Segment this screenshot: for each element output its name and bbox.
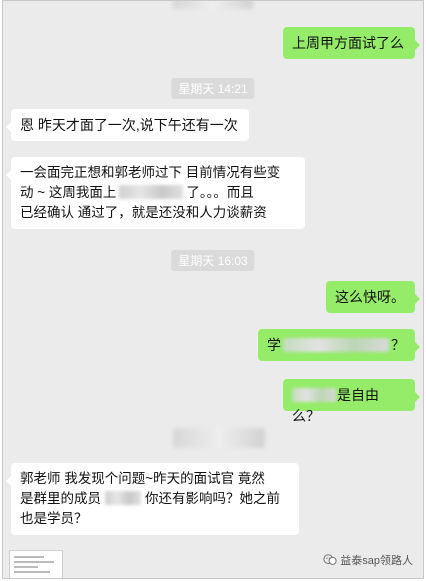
sent-message[interactable]: 上周甲方面试了么 [283, 27, 420, 59]
redacted-text [119, 185, 184, 199]
top-timestamp-blurred [173, 1, 253, 9]
timestamp-redacted [173, 428, 265, 448]
message-line: 是群里的成员 你还有影响吗？她之前 [20, 489, 290, 509]
redacted-text [283, 338, 389, 352]
timestamp: 星期天 14:21 [171, 78, 255, 99]
watermark: 益泰sap领路人 [323, 552, 413, 568]
timestamp: 星期天 16:03 [171, 250, 255, 271]
message-text: 上周甲方面试了么 [292, 35, 404, 51]
message-line: 郭老师 我发现个问题~昨天的面试官 竟然 [20, 471, 265, 486]
message-line: 也是学员？ [20, 511, 88, 526]
message-line: 已经确认 通过了，就是还没和人力谈薪资 [20, 205, 267, 220]
message-text: 动 ~ 这周我面上 [20, 185, 117, 200]
message-text: 这么快呀。 [335, 289, 405, 305]
received-message[interactable]: 郭老师 我发现个问题~昨天的面试官 竟然 是群里的成员 你还有影响吗？她之前 也是… [6, 463, 299, 535]
message-line: 一会面完正想和郭老师过下 目前情况有些变 [20, 165, 281, 180]
chat-window: 上周甲方面试了么 星期天 14:21 恩 昨天才面了一次,说下午还有一次 一会面… [2, 0, 424, 579]
message-text: ？ [391, 337, 405, 353]
redacted-text [105, 491, 141, 505]
sent-message[interactable]: 学？ [258, 329, 420, 361]
sent-message[interactable]: 是自由么？ [283, 379, 420, 424]
watermark-text: 益泰sap领路人 [340, 555, 413, 567]
received-message[interactable]: 一会面完正想和郭老师过下 目前情况有些变 动 ~ 这周我面上 了。。。而且 已经确… [6, 157, 305, 229]
received-message[interactable]: 恩 昨天才面了一次,说下午还有一次 [6, 109, 249, 141]
message-text: 了。。。而且 [186, 185, 254, 200]
image-thumbnail[interactable] [9, 550, 63, 578]
sent-message[interactable]: 这么快呀。 [326, 281, 420, 313]
message-text: 学 [267, 337, 281, 353]
redacted-text [292, 388, 336, 402]
message-text: 你还有影响吗？她之前 [145, 491, 280, 506]
message-text: 恩 昨天才面了一次,说下午还有一次 [20, 117, 238, 133]
message-text: 是群里的成员 [20, 491, 101, 506]
wechat-official-account-icon [323, 554, 337, 565]
message-line: 动 ~ 这周我面上 了。。。而且 [20, 183, 296, 203]
